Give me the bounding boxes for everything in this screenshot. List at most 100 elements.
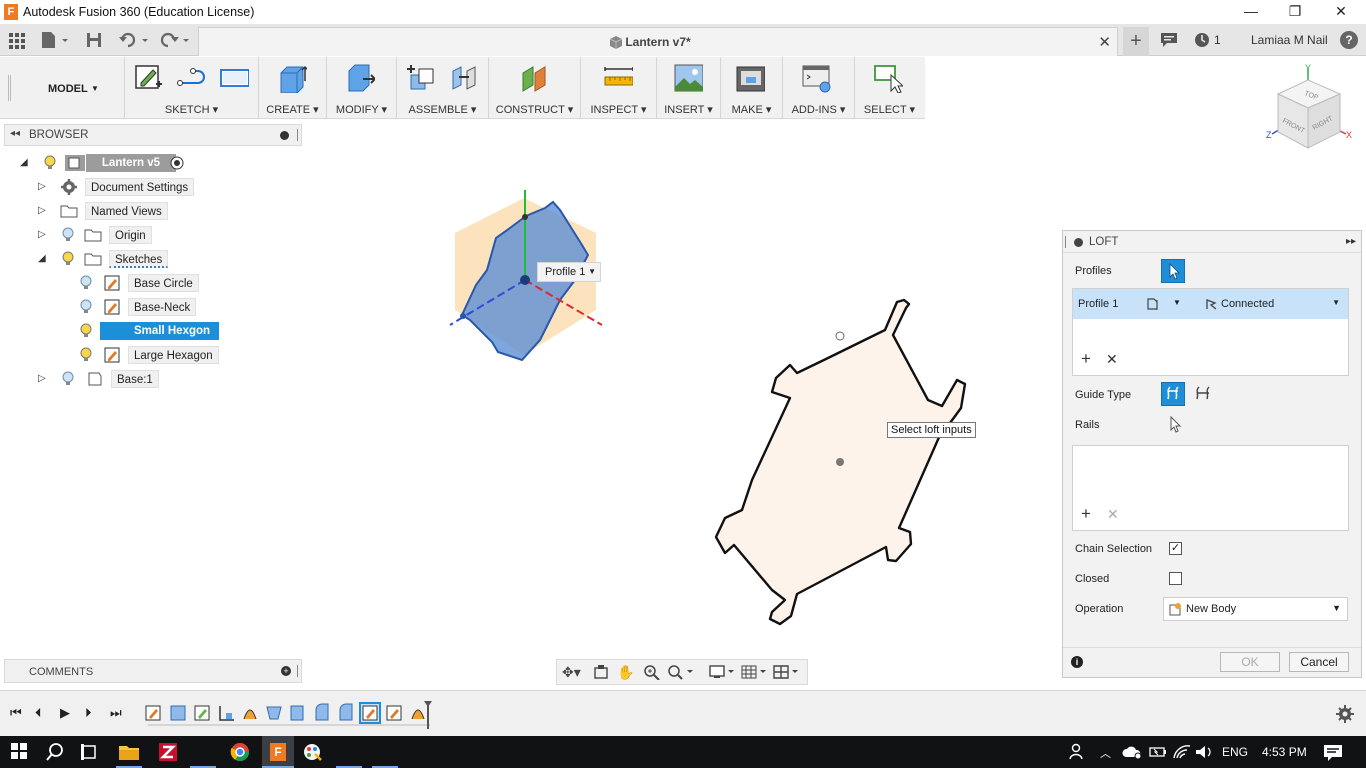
expand-dialog-icon[interactable]: ▸▸ — [1346, 236, 1356, 247]
measure-icon[interactable] — [603, 63, 633, 93]
new-tab-button[interactable]: + — [1123, 27, 1149, 56]
user-account-menu[interactable]: Lamiaa M Nail — [1251, 24, 1328, 56]
make-menu[interactable]: MAKE ▾ — [721, 103, 782, 116]
chain-selection-checkbox[interactable]: ✓ — [1169, 542, 1182, 555]
assemble-menu[interactable]: ASSEMBLE ▾ — [397, 103, 488, 116]
sketch-feature-icon[interactable] — [386, 705, 402, 721]
loft-feature-icon[interactable] — [411, 709, 425, 720]
zotero-icon[interactable] — [158, 742, 180, 762]
loft-dialog-header[interactable]: LOFT ▸▸ — [1063, 231, 1361, 253]
construct-group[interactable]: CONSTRUCT ▾ — [488, 57, 580, 119]
3d-print-icon[interactable] — [735, 63, 765, 93]
play-icon[interactable]: ▶ — [60, 705, 70, 721]
remove-profile-icon[interactable]: ✕ — [1106, 351, 1118, 368]
dialog-drag-handle[interactable] — [1065, 236, 1067, 248]
chevron-down-icon[interactable]: ▼ — [1332, 298, 1340, 307]
close-tab-button[interactable]: ✕ — [1098, 33, 1111, 51]
assemble-group[interactable]: ASSEMBLE ▾ — [396, 57, 488, 119]
zoom-icon[interactable] — [643, 664, 661, 680]
guide-type-rails-button[interactable] — [1161, 382, 1185, 406]
active-sketch-feature-icon[interactable] — [359, 702, 381, 724]
inspect-group[interactable]: INSPECT ▾ — [580, 57, 656, 119]
cancel-button[interactable]: Cancel — [1289, 652, 1349, 672]
addins-menu[interactable]: ADD-INS ▾ — [783, 103, 854, 116]
sketch-feature-icon[interactable] — [145, 705, 161, 721]
wifi-icon[interactable] — [1172, 742, 1194, 762]
add-profile-icon[interactable]: + — [1081, 349, 1091, 369]
go-to-start-icon[interactable]: ⏮ — [10, 705, 22, 721]
action-center-icon[interactable] — [1322, 742, 1344, 762]
fusion-taskbar-button[interactable]: F — [262, 736, 294, 768]
chrome-icon[interactable] — [230, 742, 252, 762]
operation-select[interactable]: New Body ▼ — [1163, 597, 1348, 621]
viewports-icon[interactable] — [773, 664, 801, 680]
sketch-group[interactable]: SKETCH ▾ — [124, 57, 258, 119]
paint-3d-icon[interactable] — [302, 742, 324, 762]
job-count[interactable]: 1 — [1214, 24, 1221, 56]
profile-selector-pill[interactable]: Profile 1 ▼ — [537, 262, 601, 282]
windows-start-icon[interactable] — [10, 742, 32, 762]
rectangle-icon[interactable] — [219, 63, 249, 93]
fillet-feature-icon[interactable] — [315, 703, 329, 721]
ok-button[interactable]: OK — [1220, 652, 1280, 672]
make-group[interactable]: MAKE ▾ — [720, 57, 782, 119]
grid-settings-icon[interactable] — [741, 664, 769, 680]
minimize-button[interactable]: — — [1228, 0, 1274, 24]
search-icon[interactable] — [45, 742, 67, 762]
insert-image-icon[interactable] — [673, 63, 703, 93]
modify-group[interactable]: MODIFY ▾ — [326, 57, 396, 119]
onedrive-icon[interactable] — [1122, 742, 1144, 762]
line-icon[interactable] — [177, 63, 207, 93]
look-at-icon[interactable] — [593, 664, 609, 680]
help-icon[interactable]: ? — [1340, 31, 1358, 49]
press-pull-icon[interactable] — [345, 63, 375, 93]
toolbar-grip[interactable] — [8, 75, 11, 101]
volume-icon[interactable] — [1194, 742, 1216, 762]
info-icon[interactable]: i — [1071, 656, 1083, 668]
large-hexagon-profile[interactable] — [714, 298, 967, 626]
go-to-end-icon[interactable]: ⏭ — [110, 705, 122, 721]
inspect-menu[interactable]: INSPECT ▾ — [581, 103, 656, 116]
extrude-feature-icon[interactable] — [170, 705, 186, 721]
restore-button[interactable]: ❐ — [1272, 0, 1318, 24]
insert-group[interactable]: INSERT ▾ — [656, 57, 720, 119]
extrude-icon[interactable] — [277, 63, 307, 93]
add-rail-icon[interactable]: + — [1081, 504, 1091, 524]
joint-icon[interactable] — [449, 63, 479, 93]
scripts-addins-icon[interactable] — [801, 63, 831, 93]
loft-feature-icon[interactable] — [243, 709, 257, 720]
modify-menu[interactable]: MODIFY ▾ — [327, 103, 396, 116]
create-group[interactable]: CREATE ▾ — [258, 57, 326, 119]
select-group[interactable]: SELECT ▾ — [854, 57, 924, 119]
guide-type-centerline-icon[interactable] — [1193, 384, 1215, 404]
display-settings-icon[interactable] — [709, 664, 737, 680]
shell-feature-icon[interactable] — [266, 706, 282, 720]
create-menu[interactable]: CREATE ▾ — [259, 103, 326, 116]
new-component-icon[interactable] — [405, 63, 435, 93]
addins-group[interactable]: ADD-INS ▾ — [782, 57, 854, 119]
orbit-icon[interactable]: ✥▾ — [562, 664, 581, 680]
profile-row-condition[interactable]: Connected — [1221, 298, 1274, 310]
save-icon[interactable] — [86, 30, 102, 50]
input-language[interactable]: ENG — [1222, 745, 1248, 759]
comments-panel-header[interactable]: COMMENTS + — [4, 659, 302, 683]
fillet-feature-icon[interactable] — [339, 703, 353, 721]
select-menu[interactable]: SELECT ▾ — [855, 103, 924, 116]
comments-resize-handle[interactable] — [297, 665, 299, 677]
profile-row[interactable]: Profile 1 ▼ Connected ▼ — [1073, 289, 1348, 319]
timeline-features[interactable] — [140, 701, 440, 731]
create-sketch-icon[interactable] — [134, 63, 164, 93]
file-explorer-icon[interactable] — [118, 742, 140, 762]
workspace-switcher[interactable]: MODEL ▼ — [14, 57, 124, 119]
3d-viewport[interactable] — [0, 120, 1062, 690]
collapse-dialog-icon[interactable] — [1074, 238, 1083, 247]
redo-icon[interactable] — [160, 30, 192, 50]
viewcube[interactable]: TOP FRONT RIGHT Y Z X — [1264, 62, 1354, 152]
pan-hand-icon[interactable]: ✋ — [617, 664, 634, 680]
timeline-settings-gear-icon[interactable] — [1336, 705, 1354, 723]
file-menu-icon[interactable] — [40, 30, 70, 50]
insert-menu[interactable]: INSERT ▾ — [657, 103, 720, 116]
job-status-icon[interactable] — [1194, 32, 1210, 48]
profile-type-icon[interactable] — [1145, 296, 1163, 312]
rails-cursor-icon[interactable] — [1167, 415, 1183, 433]
